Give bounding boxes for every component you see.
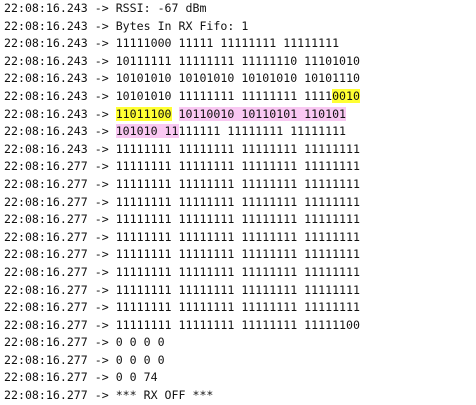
log-arrow: -> <box>87 229 116 244</box>
serial-console-log: 22:08:16.243 -> RSSI: -67 dBm 22:08:16.24… <box>4 0 472 405</box>
log-message: 11111111 11111111 11111111 11111111 <box>115 176 360 191</box>
log-arrow: -> <box>87 159 116 174</box>
log-message: 11111111 11111111 11111111 11111111 <box>115 229 360 244</box>
log-arrow: -> <box>87 212 116 227</box>
log-timestamp: 22:08:16.277 <box>4 212 88 227</box>
log-arrow: -> <box>87 194 116 209</box>
log-line: 22:08:16.277 -> 11111111 11111111 111111… <box>4 176 472 194</box>
log-message: 11111111 11111111 11111111 11111111 <box>115 282 360 297</box>
log-line: 22:08:16.277 -> 11111111 11111111 111111… <box>4 158 472 176</box>
log-timestamp: 22:08:16.243 <box>4 71 88 86</box>
log-line: 22:08:16.243 -> 101010 11111111 11111111… <box>4 123 472 141</box>
log-arrow: -> <box>87 335 116 350</box>
log-message: 11111111 11111111 11111111 11111111 <box>115 159 360 174</box>
log-line: 22:08:16.243 -> RSSI: -67 dBm <box>4 0 472 18</box>
log-timestamp: 22:08:16.277 <box>4 352 88 367</box>
log-arrow: -> <box>87 141 116 156</box>
log-arrow: -> <box>87 124 116 139</box>
log-arrow: -> <box>87 282 116 297</box>
log-arrow: -> <box>87 370 116 385</box>
log-message: 111111 11111111 11111111 <box>178 124 347 139</box>
log-arrow: -> <box>87 176 116 191</box>
log-arrow: -> <box>87 300 116 315</box>
log-line: 22:08:16.243 -> 10111111 11111111 111111… <box>4 53 472 71</box>
log-timestamp: 22:08:16.243 <box>4 36 88 51</box>
log-message: 11111111 11111111 11111111 11111100 <box>115 317 360 332</box>
log-timestamp: 22:08:16.243 <box>4 124 88 139</box>
log-line: 22:08:16.277 -> 0 0 0 0 <box>4 352 472 370</box>
log-message: 0 0 0 0 <box>115 335 165 350</box>
log-timestamp: 22:08:16.277 <box>4 176 88 191</box>
log-message: Bytes In RX Fifo: 1 <box>115 18 249 33</box>
log-message: 11111000 11111 11111111 11111111 <box>115 36 340 51</box>
log-message <box>172 107 179 121</box>
log-line: 22:08:16.277 -> 11111111 11111111 111111… <box>4 317 472 335</box>
log-line: 22:08:16.243 -> 10101010 11111111 111111… <box>4 88 472 106</box>
log-message: RSSI: -67 dBm <box>115 1 207 15</box>
log-line: 22:08:16.277 -> 11111111 11111111 111111… <box>4 229 472 247</box>
log-message: 10111111 11111111 11111110 11101010 <box>115 53 360 68</box>
log-message: 11111111 11111111 11111111 11111111 <box>115 141 360 156</box>
log-timestamp: 22:08:16.243 <box>4 106 88 121</box>
log-timestamp: 22:08:16.277 <box>4 317 88 332</box>
log-line: 22:08:16.243 -> 11111111 11111111 111111… <box>4 141 472 159</box>
log-line: 22:08:16.243 -> 11111000 11111 11111111 … <box>4 35 472 53</box>
log-message: 11111111 11111111 11111111 11111111 <box>115 264 360 279</box>
log-timestamp: 22:08:16.277 <box>4 370 88 385</box>
log-timestamp: 22:08:16.277 <box>4 247 88 262</box>
log-timestamp: 22:08:16.277 <box>4 300 88 315</box>
highlighted-bits-yellow: 0010 <box>332 88 360 103</box>
log-line: 22:08:16.243 -> 10101010 10101010 101010… <box>4 70 472 88</box>
log-line: 22:08:16.277 -> 11111111 11111111 111111… <box>4 264 472 282</box>
log-arrow: -> <box>87 71 116 86</box>
log-timestamp: 22:08:16.243 <box>4 53 88 68</box>
log-arrow: -> <box>87 264 116 279</box>
log-arrow: -> <box>87 106 116 121</box>
highlighted-bits-pink: 10110010 10110101 110101 <box>178 106 347 121</box>
log-line: 22:08:16.277 -> 11111111 11111111 111111… <box>4 211 472 229</box>
log-timestamp: 22:08:16.243 <box>4 141 88 156</box>
log-line: 22:08:16.277 -> 11111111 11111111 111111… <box>4 246 472 264</box>
log-timestamp: 22:08:16.277 <box>4 335 88 350</box>
log-line: 22:08:16.277 -> *** RX OFF *** <box>4 387 472 405</box>
log-timestamp: 22:08:16.277 <box>4 229 88 244</box>
log-line: 22:08:16.277 -> 0 0 0 0 <box>4 334 472 352</box>
log-message: 11111111 11111111 11111111 11111111 <box>115 247 360 262</box>
log-message: 0 0 74 <box>115 370 158 385</box>
log-message: 11111111 11111111 11111111 11111111 <box>115 212 360 227</box>
log-timestamp: 22:08:16.277 <box>4 159 88 174</box>
log-timestamp: 22:08:16.277 <box>4 282 88 297</box>
log-message: 10101010 11111111 11111111 1111 <box>115 88 333 103</box>
log-timestamp: 22:08:16.277 <box>4 194 88 209</box>
log-timestamp: 22:08:16.243 <box>4 88 88 103</box>
log-line: 22:08:16.277 -> 0 0 74 <box>4 369 472 387</box>
log-arrow: -> <box>87 53 116 68</box>
log-arrow: -> <box>87 317 116 332</box>
log-arrow: -> <box>87 88 116 103</box>
log-line: 22:08:16.277 -> 11111111 11111111 111111… <box>4 194 472 212</box>
log-line: 22:08:16.277 -> 11111111 11111111 111111… <box>4 282 472 300</box>
log-arrow: -> <box>87 247 116 262</box>
highlighted-bits-pink: 101010 11 <box>115 124 179 139</box>
highlighted-bits-yellow: 11011100 <box>115 106 172 121</box>
log-timestamp: 22:08:16.277 <box>4 264 88 279</box>
log-arrow: -> <box>87 36 116 51</box>
log-arrow: -> <box>87 352 116 367</box>
log-arrow: -> <box>87 18 116 33</box>
log-message: 11111111 11111111 11111111 11111111 <box>115 300 360 315</box>
log-arrow: -> <box>87 1 116 15</box>
log-line: 22:08:16.277 -> 11111111 11111111 111111… <box>4 299 472 317</box>
log-message: 0 0 0 0 <box>115 352 165 367</box>
log-timestamp: 22:08:16.243 <box>4 1 88 15</box>
log-timestamp: 22:08:16.243 <box>4 18 88 33</box>
log-message: 11111111 11111111 11111111 11111111 <box>115 194 360 209</box>
log-line: 22:08:16.243 -> 11011100 10110010 101101… <box>4 106 472 124</box>
log-message: 10101010 10101010 10101010 10101110 <box>115 71 360 86</box>
log-line: 22:08:16.243 -> Bytes In RX Fifo: 1 <box>4 18 472 36</box>
